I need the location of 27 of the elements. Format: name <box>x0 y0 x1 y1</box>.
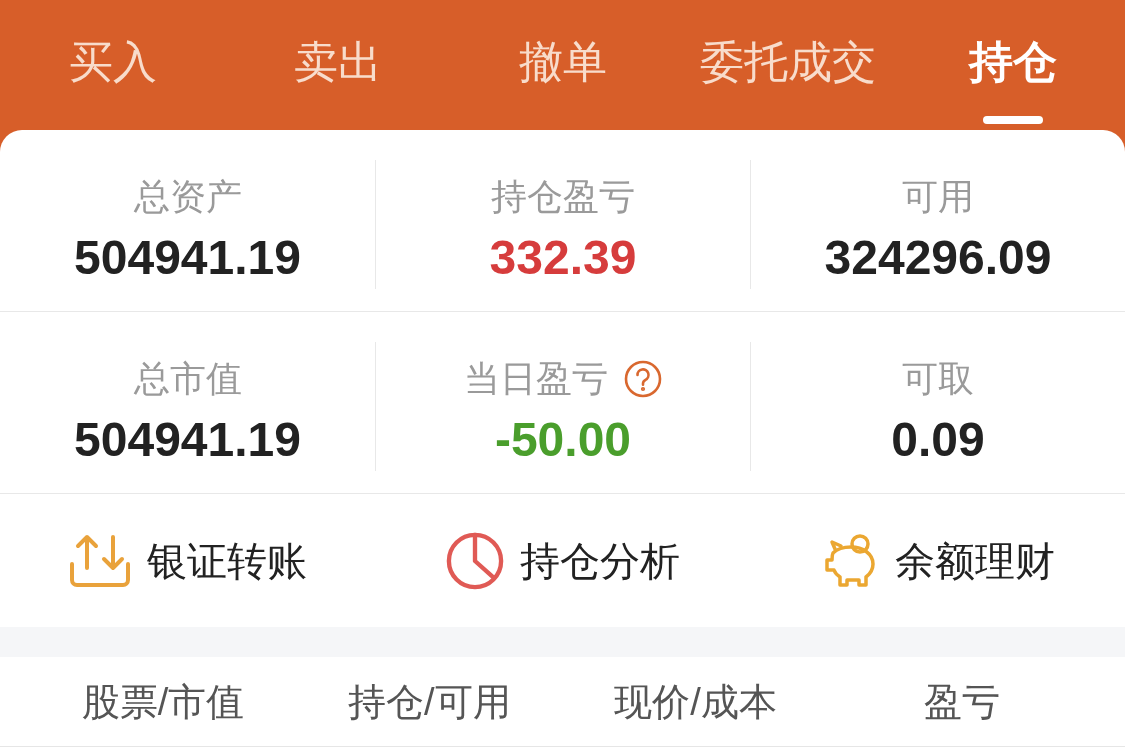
column-header: 股票/市值 <box>81 679 245 725</box>
tab[interactable]: 买入 <box>0 0 225 130</box>
stat-value: -50.00 <box>494 412 632 468</box>
column-header: 现价/成本 <box>614 679 777 725</box>
stat-value: 504941.19 <box>74 230 301 286</box>
tab[interactable]: 持仓 <box>900 0 1125 130</box>
action-button[interactable]: 余额理财 <box>820 532 1055 589</box>
column-header: 盈亏 <box>923 679 1000 725</box>
help-icon[interactable] <box>624 360 662 398</box>
stat-value: 0.09 <box>891 412 985 468</box>
pie-chart-icon <box>445 531 504 590</box>
stat-value: 504941.19 <box>74 412 301 468</box>
stat-label: 总资产 <box>133 175 242 219</box>
tab[interactable]: 撤单 <box>450 0 675 130</box>
stat-value: 332.39 <box>489 230 637 286</box>
tab[interactable]: 卖出 <box>225 0 450 130</box>
tab[interactable]: 委托成交 <box>675 0 900 130</box>
upload-download-tray-icon <box>68 533 131 588</box>
stat-label: 总市值 <box>133 357 242 401</box>
stat-label: 可用 <box>902 175 974 219</box>
action-button[interactable]: 持仓分析 <box>445 531 680 590</box>
stat-label: 当日盈亏 <box>464 357 608 401</box>
stat-label: 可取 <box>902 357 974 401</box>
action-button[interactable]: 银证转账 <box>68 533 307 588</box>
stat-label: 持仓盈亏 <box>491 175 635 219</box>
column-header: 持仓/可用 <box>348 679 511 725</box>
stat-value: 324296.09 <box>824 230 1052 286</box>
